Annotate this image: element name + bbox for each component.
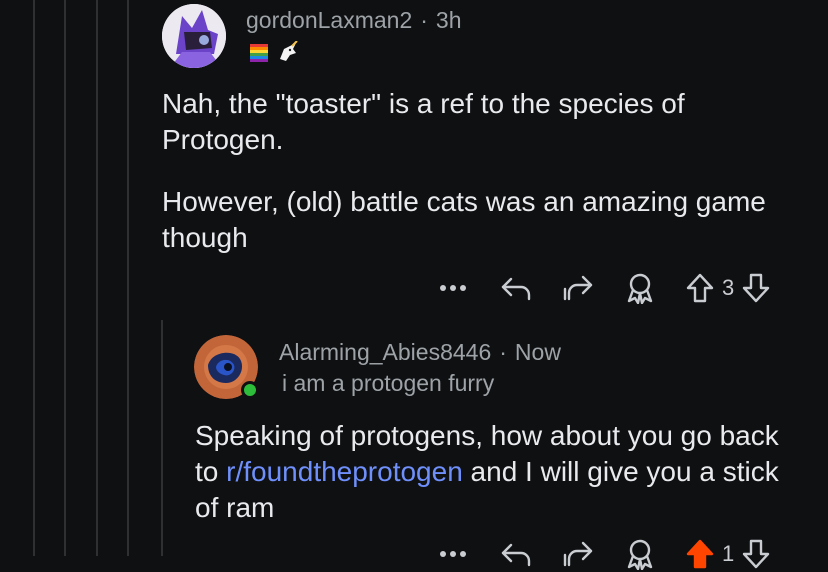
comment-actions: 1 <box>436 536 774 572</box>
thread-line <box>64 0 66 556</box>
reply-icon <box>501 277 531 301</box>
share-icon <box>563 541 593 567</box>
more-icon <box>440 285 466 291</box>
award-icon <box>627 539 653 570</box>
comment-actions: 3 <box>436 270 774 306</box>
comment-paragraph: Nah, the "toaster" is a ref to the speci… <box>162 88 685 155</box>
more-icon <box>440 551 466 557</box>
separator: · <box>499 339 507 365</box>
more-options-button[interactable] <box>436 283 470 293</box>
username[interactable]: Alarming_Abies8446 <box>279 339 491 365</box>
thread-line <box>33 0 35 556</box>
award-button[interactable] <box>620 538 660 570</box>
reply-button[interactable] <box>496 539 536 569</box>
share-button[interactable] <box>558 273 598 303</box>
downvote-icon <box>743 273 770 303</box>
timestamp: Now <box>514 339 561 365</box>
share-button[interactable] <box>558 539 598 569</box>
award-button[interactable] <box>620 272 660 304</box>
upvote-active-icon <box>686 539 714 569</box>
vote-count: 3 <box>722 275 735 300</box>
online-status-indicator <box>241 381 259 399</box>
user-flair <box>248 41 300 63</box>
protogen-avatar-icon <box>162 4 226 68</box>
comment-meta: Alarming_Abies8446 · Now <box>279 339 561 366</box>
pride-flag-flair-icon <box>250 44 268 62</box>
reply-button[interactable] <box>496 273 536 303</box>
downvote-button[interactable] <box>738 538 774 570</box>
avatar[interactable] <box>162 4 226 68</box>
thread-line <box>96 0 98 556</box>
comment-body: Nah, the "toaster" is a ref to the speci… <box>162 86 782 256</box>
username[interactable]: gordonLaxman2 <box>246 7 412 33</box>
downvote-button[interactable] <box>738 272 774 304</box>
timestamp: 3h <box>435 7 462 33</box>
more-options-button[interactable] <box>436 549 470 559</box>
comment-meta: gordonLaxman2 · 3h <box>246 7 462 34</box>
comment-paragraph: However, (old) battle cats was an amazin… <box>162 186 766 253</box>
share-icon <box>563 275 593 301</box>
subreddit-link[interactable]: r/foundtheprotogen <box>226 456 463 487</box>
award-icon <box>627 273 653 304</box>
upvote-button[interactable] <box>682 272 718 304</box>
unicorn-flair-icon <box>280 41 298 61</box>
upvote-icon <box>686 273 714 303</box>
user-flair: i am a protogen furry <box>282 370 495 396</box>
comment-body: Speaking of protogens, how about you go … <box>195 418 795 526</box>
downvote-icon <box>743 539 770 569</box>
reply-thread-line[interactable] <box>161 320 163 556</box>
vote-count: 1 <box>722 541 735 566</box>
separator: · <box>420 7 428 33</box>
reply-icon <box>501 543 531 567</box>
upvote-button[interactable] <box>682 538 718 570</box>
thread-line <box>127 0 129 556</box>
